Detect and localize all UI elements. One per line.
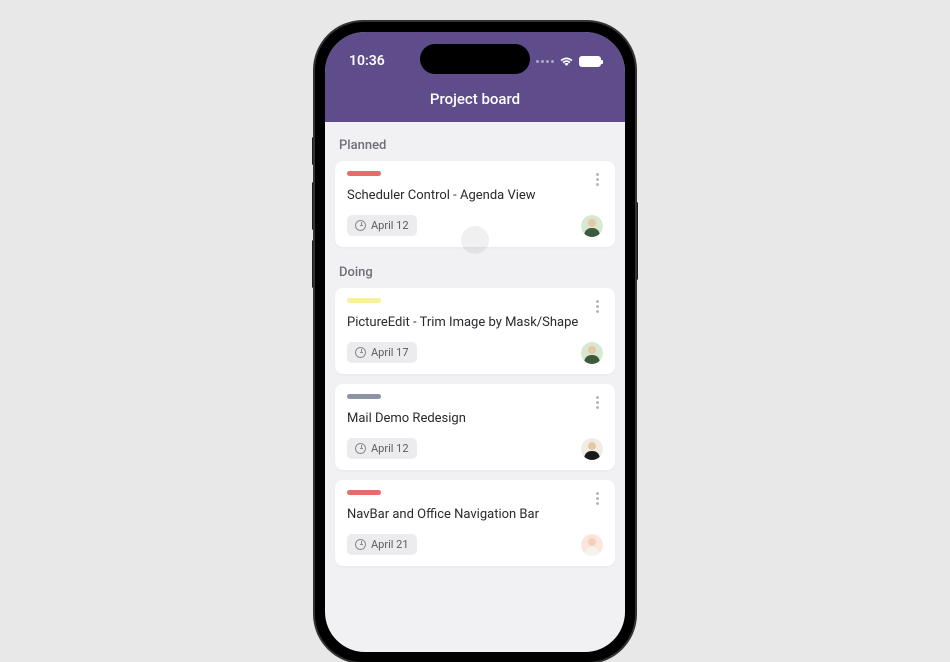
date-chip[interactable]: April 12: [347, 215, 417, 236]
app-header: Project board: [325, 80, 625, 122]
card-date: April 12: [371, 219, 409, 232]
card-color-tag: [347, 394, 381, 399]
status-indicators: [536, 56, 601, 67]
cellular-icon: [536, 60, 554, 63]
clock-icon: [355, 220, 366, 231]
phone-side-button: [635, 202, 638, 280]
wifi-icon: [559, 56, 574, 67]
more-vertical-icon[interactable]: [592, 490, 603, 507]
battery-icon: [579, 56, 601, 67]
assignee-avatar[interactable]: [581, 342, 603, 364]
board-container[interactable]: Planned Scheduler Control - Agenda View …: [325, 122, 625, 584]
card-date: April 21: [371, 538, 409, 551]
card-title: PictureEdit - Trim Image by Mask/Shape: [347, 315, 603, 332]
card-date: April 17: [371, 346, 409, 359]
section-header-doing: Doing: [335, 257, 615, 288]
assignee-avatar[interactable]: [581, 534, 603, 556]
task-card[interactable]: PictureEdit - Trim Image by Mask/Shape A…: [335, 288, 615, 374]
clock-icon: [355, 347, 366, 358]
card-title: NavBar and Office Navigation Bar: [347, 507, 603, 524]
phone-notch: [420, 44, 530, 74]
status-time: 10:36: [349, 53, 385, 69]
task-card[interactable]: Mail Demo Redesign April 12: [335, 384, 615, 470]
section-header-planned: Planned: [335, 130, 615, 161]
clock-icon: [355, 539, 366, 550]
drag-overlay-circle: [461, 226, 489, 254]
card-title: Scheduler Control - Agenda View: [347, 188, 603, 205]
phone-frame: 10:36 Project board Planne: [315, 22, 635, 662]
card-color-tag: [347, 298, 381, 303]
card-date: April 12: [371, 442, 409, 455]
task-card[interactable]: NavBar and Office Navigation Bar April 2…: [335, 480, 615, 566]
clock-icon: [355, 443, 366, 454]
more-vertical-icon[interactable]: [592, 298, 603, 315]
more-vertical-icon[interactable]: [592, 394, 603, 411]
phone-mockup: 10:36 Project board Planne: [315, 22, 635, 662]
card-title: Mail Demo Redesign: [347, 411, 603, 428]
page-title: Project board: [430, 90, 520, 108]
date-chip[interactable]: April 17: [347, 342, 417, 363]
date-chip[interactable]: April 21: [347, 534, 417, 555]
assignee-avatar[interactable]: [581, 215, 603, 237]
assignee-avatar[interactable]: [581, 438, 603, 460]
phone-screen: 10:36 Project board Planne: [325, 32, 625, 652]
card-color-tag: [347, 490, 381, 495]
date-chip[interactable]: April 12: [347, 438, 417, 459]
more-vertical-icon[interactable]: [592, 171, 603, 188]
card-color-tag: [347, 171, 381, 176]
